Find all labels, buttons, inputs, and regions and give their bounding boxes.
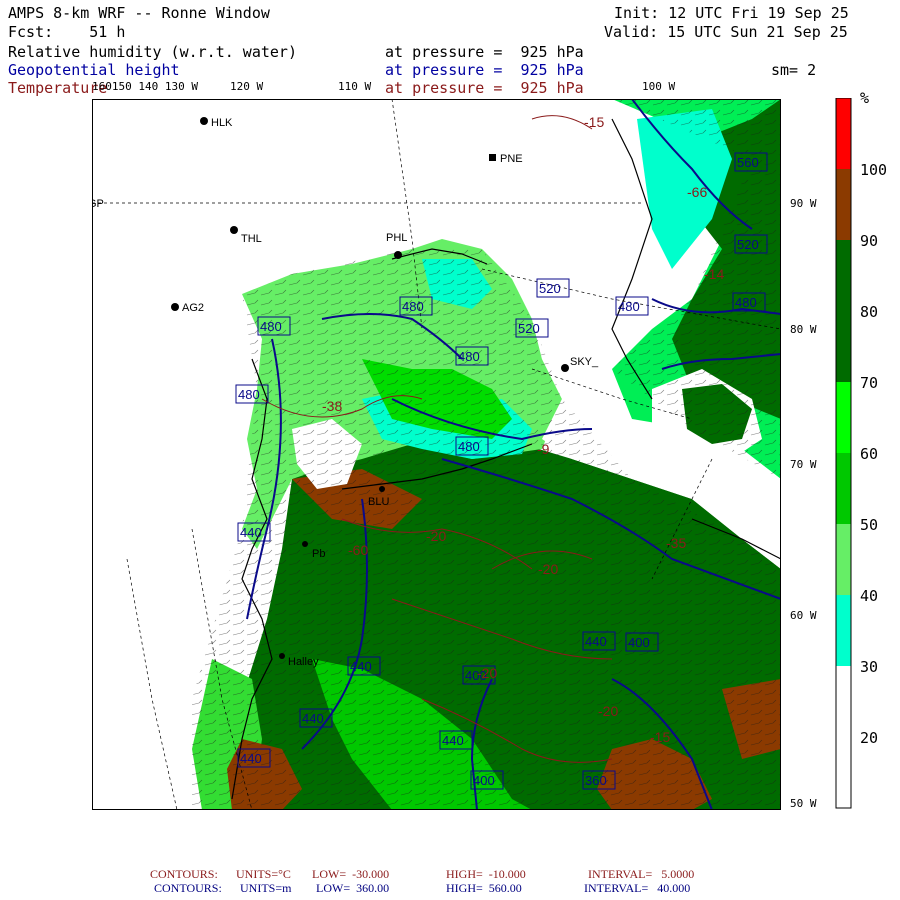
height-label: 480 xyxy=(735,295,757,310)
colorbar-tick: 60 xyxy=(860,445,879,463)
field-height-level: at pressure = 925 hPa xyxy=(385,61,584,79)
footer-height-high: HIGH= 560.00 xyxy=(446,881,522,895)
colorbar-swatch-80-90 xyxy=(836,169,851,240)
footer-temp-interval: INTERVAL= 5.0000 xyxy=(588,867,695,881)
lat-label: 80 W xyxy=(790,323,817,336)
lon-label: 110 W xyxy=(338,80,372,93)
colorbar-tick: 100 xyxy=(860,161,888,179)
height-label: 480 xyxy=(618,299,640,314)
station-label-phl: PHL xyxy=(386,232,407,244)
colorbar-swatch-40-50 xyxy=(836,524,851,595)
temperature-label: -20 xyxy=(598,703,618,719)
height-label: 480 xyxy=(402,299,424,314)
station-label-thl: THL xyxy=(241,233,262,245)
valid-time: Valid: 15 UTC Sun 21 Sep 25 xyxy=(604,23,848,41)
colorbar-swatch-90-100 xyxy=(836,98,851,169)
model-title: AMPS 8-km WRF -- Ronne Window xyxy=(8,4,270,22)
footer-temp-label: CONTOURS: xyxy=(150,867,218,881)
footer-height-units: UNITS=m xyxy=(240,881,292,895)
temperature-label: -20 xyxy=(426,528,446,544)
footer-temp-units: UNITS=°C xyxy=(236,867,291,881)
temperature-label: -14 xyxy=(704,266,724,282)
height-label: 480 xyxy=(458,439,480,454)
lon-label: 100 W xyxy=(642,80,676,93)
height-label: 480 xyxy=(238,387,260,402)
field-rh-name: Relative humidity (w.r.t. water) xyxy=(8,43,297,61)
temperature-label: -20 xyxy=(477,665,497,681)
footer-temp-high: HIGH= -10.000 xyxy=(446,867,526,881)
station-label-ag2: AG2 xyxy=(182,302,204,314)
height-label: 480 xyxy=(260,319,282,334)
forecast-hour: Fcst: 51 h xyxy=(8,23,126,41)
station-pne-marker[interactable] xyxy=(489,154,496,161)
smoothing-label: sm= 2 xyxy=(771,61,817,79)
field-rh-level: at pressure = 925 hPa xyxy=(385,43,584,61)
temperature-label: -35 xyxy=(666,535,686,551)
station-label-gp: GP xyxy=(92,198,104,210)
colorbar-swatch-60-70 xyxy=(836,382,851,453)
lat-label: 90 W xyxy=(790,197,817,210)
station-phl-marker[interactable] xyxy=(394,251,402,259)
colorbar-swatch-70-80 xyxy=(836,240,851,382)
station-label-hlk: HLK xyxy=(211,117,233,129)
lon-label: 120 W xyxy=(230,80,264,93)
station-sky-marker[interactable] xyxy=(561,364,569,372)
footer-height-low: LOW= 360.00 xyxy=(316,881,390,895)
station-blu-marker[interactable] xyxy=(379,486,385,492)
station-hlk-marker[interactable] xyxy=(200,117,208,125)
colorbar-swatch-50-60 xyxy=(836,453,851,524)
temperature-label: -66 xyxy=(687,184,707,200)
lat-label: 60 W xyxy=(790,609,817,622)
temperature-label: -20 xyxy=(538,561,558,577)
height-label: 440 xyxy=(442,733,464,748)
colorbar-unit: % xyxy=(860,89,870,107)
colorbar-swatch-lt30 xyxy=(836,666,851,808)
footer-height-label: CONTOURS: xyxy=(154,881,222,895)
station-label-pne: PNE xyxy=(500,153,523,165)
field-temp-level: at pressure = 925 hPa xyxy=(385,79,584,97)
station-label-pb: Pb xyxy=(312,548,325,560)
lon-label: 160150 140 130 W xyxy=(92,80,198,93)
station-thl-marker[interactable] xyxy=(230,226,238,234)
height-label: 520 xyxy=(737,237,759,252)
height-label: 440 xyxy=(240,751,262,766)
colorbar-tick: 90 xyxy=(860,232,879,250)
colorbar-tick: 50 xyxy=(860,516,879,534)
station-label-blu: BLU xyxy=(368,496,389,508)
colorbar-tick: 70 xyxy=(860,374,879,392)
footer-height-interval: INTERVAL= 40.000 xyxy=(584,881,691,895)
colorbar-tick: 80 xyxy=(860,303,879,321)
height-label: 400 xyxy=(628,635,650,650)
temperature-label: -60 xyxy=(348,542,368,558)
temperature-label: -15 xyxy=(650,729,670,745)
lat-label: 70 W xyxy=(790,458,817,471)
height-label: 440 xyxy=(350,659,372,674)
height-label: 560 xyxy=(737,155,759,170)
height-label: 480 xyxy=(458,349,480,364)
station-label-sky: SKY_ xyxy=(570,356,599,368)
init-time: Init: 12 UTC Fri 19 Sep 25 xyxy=(614,4,849,22)
station-halley-marker[interactable] xyxy=(279,653,285,659)
lat-label: 50 W xyxy=(790,797,817,810)
field-height-name: Geopotential height xyxy=(8,61,180,79)
colorbar-swatch-30-40 xyxy=(836,595,851,666)
height-label: 440 xyxy=(585,634,607,649)
temperature-label: -38 xyxy=(322,398,342,414)
height-label: 520 xyxy=(518,321,540,336)
colorbar-tick: 40 xyxy=(860,587,879,605)
map-panel[interactable]: HLK PNE THL PHL AG2 SKY_ BLU Pb Halley G… xyxy=(92,99,781,810)
station-label-halley: Halley xyxy=(288,656,319,668)
temperature-label: -15 xyxy=(584,114,604,130)
footer-temp-low: LOW= -30.000 xyxy=(312,867,390,881)
height-label: 440 xyxy=(240,525,262,540)
colorbar-tick: 20 xyxy=(860,729,879,747)
height-label: 440 xyxy=(302,711,324,726)
colorbar-tick: 30 xyxy=(860,658,879,676)
station-ag2-marker[interactable] xyxy=(171,303,179,311)
height-label: 400 xyxy=(473,773,495,788)
height-label: 520 xyxy=(539,281,561,296)
temperature-label: -9 xyxy=(537,441,550,457)
height-label: 360 xyxy=(585,773,607,788)
station-pb-marker[interactable] xyxy=(302,541,308,547)
